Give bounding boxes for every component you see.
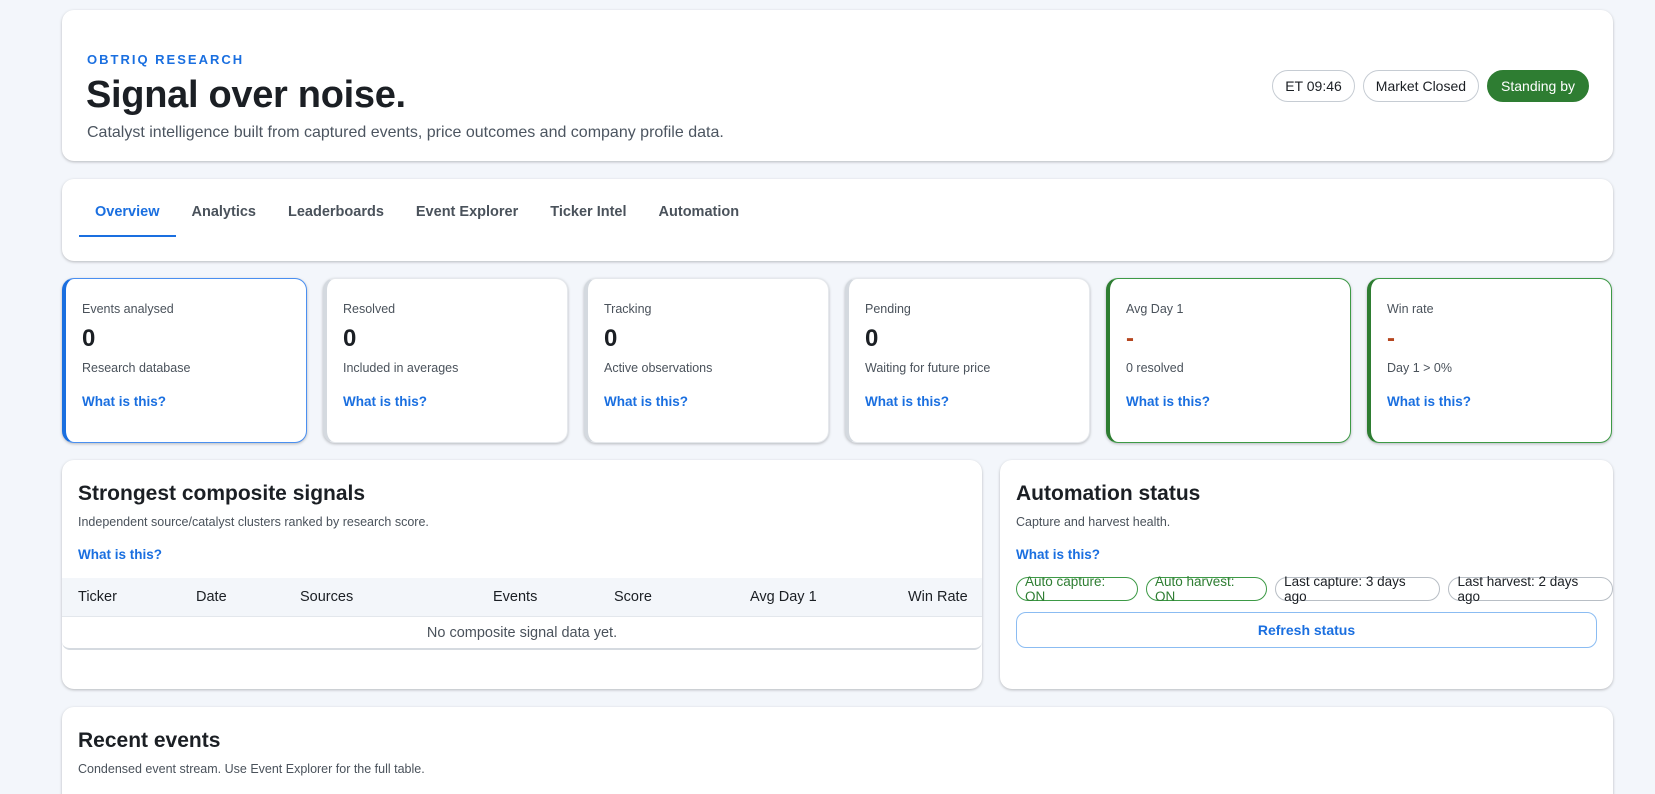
clock-pill: ET 09:46 xyxy=(1272,70,1355,102)
stat-subtext: 0 resolved xyxy=(1126,361,1184,375)
section-title: Strongest composite signals xyxy=(78,482,366,505)
column-header-sources[interactable]: Sources xyxy=(300,589,353,605)
stat-card-tracking: Tracking 0 Active observations What is t… xyxy=(584,278,829,443)
stat-card-avg-day-1: Avg Day 1 - 0 resolved What is this? xyxy=(1106,278,1351,443)
what-is-this-link[interactable]: What is this? xyxy=(82,394,166,409)
stat-label: Resolved xyxy=(343,302,396,316)
brand-label: OBTRIQ RESEARCH xyxy=(87,52,245,67)
what-is-this-link[interactable]: What is this? xyxy=(604,394,688,409)
what-is-this-link[interactable]: What is this? xyxy=(865,394,949,409)
column-header-win-rate[interactable]: Win Rate xyxy=(908,589,968,605)
table-empty-message: No composite signal data yet. xyxy=(62,616,982,650)
last-capture-badge: Last capture: 3 days ago xyxy=(1275,574,1441,604)
column-header-events[interactable]: Events xyxy=(493,589,537,605)
stat-subtext: Included in averages xyxy=(343,361,459,375)
column-header-ticker[interactable]: Ticker xyxy=(78,589,117,605)
stat-card-pending: Pending 0 Waiting for future price What … xyxy=(845,278,1090,443)
what-is-this-link[interactable]: What is this? xyxy=(1016,547,1100,562)
automation-badges: Auto capture: ON Auto harvest: ON Last c… xyxy=(1016,574,1613,604)
table-header: Ticker Date Sources Events Score Avg Day… xyxy=(62,578,982,616)
standby-status-pill: Standing by xyxy=(1487,70,1589,102)
what-is-this-link[interactable]: What is this? xyxy=(78,547,162,562)
stat-subtext: Waiting for future price xyxy=(865,361,991,375)
tab-leaderboards[interactable]: Leaderboards xyxy=(272,179,400,237)
refresh-status-button[interactable]: Refresh status xyxy=(1016,612,1597,648)
stat-label: Events analysed xyxy=(82,302,174,316)
stat-label: Pending xyxy=(865,302,911,316)
section-title: Recent events xyxy=(78,729,221,752)
stat-value: - xyxy=(1387,325,1395,352)
stat-value: 0 xyxy=(604,325,618,352)
tab-ticker-intel[interactable]: Ticker Intel xyxy=(534,179,642,237)
column-header-avg-day-1[interactable]: Avg Day 1 xyxy=(750,589,817,605)
automation-status-card: Automation status Capture and harvest he… xyxy=(1000,460,1613,689)
stat-value: 0 xyxy=(865,325,879,352)
recent-events-card: Recent events Condensed event stream. Us… xyxy=(62,707,1613,794)
column-header-date[interactable]: Date xyxy=(196,589,227,605)
tab-bar: Overview Analytics Leaderboards Event Ex… xyxy=(62,179,1613,261)
stat-label: Tracking xyxy=(604,302,652,316)
section-subtitle: Independent source/catalyst clusters ran… xyxy=(78,515,429,529)
status-pills: ET 09:46 Market Closed Standing by xyxy=(1272,70,1589,102)
stat-value: - xyxy=(1126,325,1134,352)
tab-automation[interactable]: Automation xyxy=(643,179,756,237)
page-subtitle: Catalyst intelligence built from capture… xyxy=(87,124,724,141)
market-status-pill: Market Closed xyxy=(1362,70,1480,102)
signals-table: Ticker Date Sources Events Score Avg Day… xyxy=(62,578,982,650)
stat-subtext: Research database xyxy=(82,361,191,375)
composite-signals-card: Strongest composite signals Independent … xyxy=(62,460,982,689)
stat-subtext: Active observations xyxy=(604,361,713,375)
auto-capture-badge: Auto capture: ON xyxy=(1016,574,1138,604)
stat-label: Avg Day 1 xyxy=(1126,302,1184,316)
page-title: Signal over noise. xyxy=(86,74,406,116)
stat-value: 0 xyxy=(82,325,96,352)
tab-analytics[interactable]: Analytics xyxy=(176,179,272,237)
header-card: OBTRIQ RESEARCH Signal over noise. Catal… xyxy=(62,10,1613,161)
what-is-this-link[interactable]: What is this? xyxy=(343,394,427,409)
tab-event-explorer[interactable]: Event Explorer xyxy=(400,179,534,237)
column-header-score[interactable]: Score xyxy=(614,589,652,605)
stat-card-events-analysed: Events analysed 0 Research database What… xyxy=(62,278,307,443)
stat-card-resolved: Resolved 0 Included in averages What is … xyxy=(323,278,568,443)
section-subtitle: Capture and harvest health. xyxy=(1016,515,1171,529)
stat-label: Win rate xyxy=(1387,302,1434,316)
tab-overview[interactable]: Overview xyxy=(79,179,176,237)
auto-harvest-badge: Auto harvest: ON xyxy=(1145,574,1268,604)
last-harvest-badge: Last harvest: 2 days ago xyxy=(1448,574,1613,604)
what-is-this-link[interactable]: What is this? xyxy=(1387,394,1471,409)
section-subtitle: Condensed event stream. Use Event Explor… xyxy=(78,762,425,776)
stat-value: 0 xyxy=(343,325,357,352)
stat-subtext: Day 1 > 0% xyxy=(1387,361,1452,375)
stat-card-win-rate: Win rate - Day 1 > 0% What is this? xyxy=(1367,278,1612,443)
section-title: Automation status xyxy=(1016,482,1201,505)
what-is-this-link[interactable]: What is this? xyxy=(1126,394,1210,409)
